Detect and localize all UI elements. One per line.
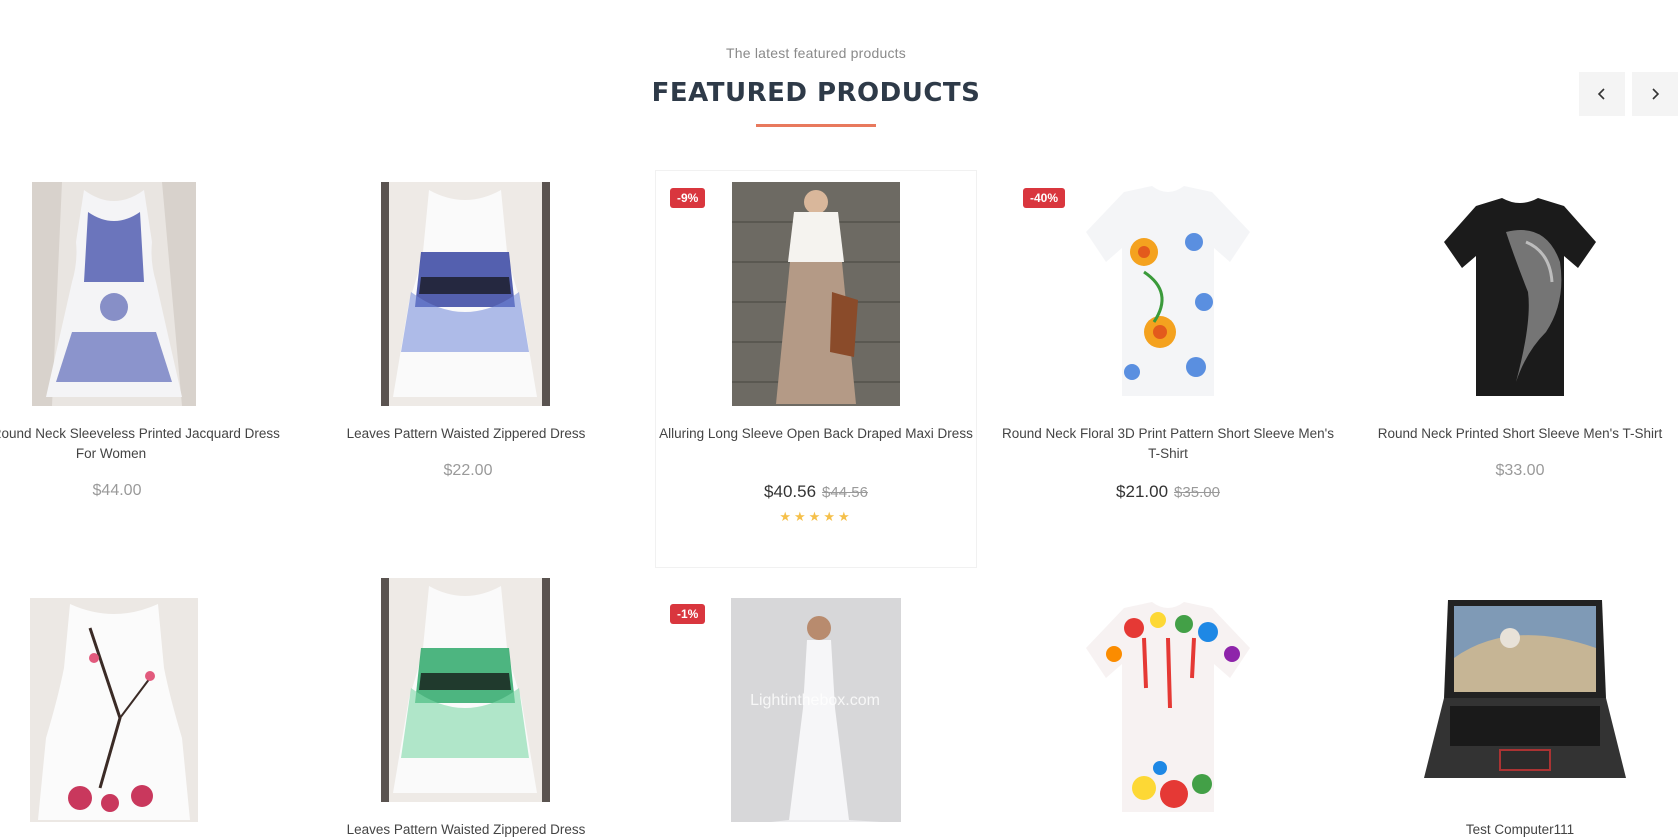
rating-stars: ★★★★★ bbox=[779, 509, 853, 524]
product-image bbox=[732, 182, 900, 406]
product-image bbox=[731, 598, 901, 822]
product-price: $22.00 bbox=[443, 462, 493, 479]
product-name[interactable]: Leaves Pattern Waisted Zippered Dress bbox=[296, 820, 636, 839]
product-image bbox=[1420, 598, 1630, 796]
product-name[interactable]: Alluring Long Sleeve Open Back Draped Ma… bbox=[646, 424, 986, 444]
product-price: $21.00 $35.00 bbox=[998, 482, 1338, 502]
product-image-link[interactable] bbox=[1420, 598, 1630, 796]
product-image-link[interactable] bbox=[732, 182, 900, 406]
product-image bbox=[381, 182, 550, 406]
product-image-link[interactable] bbox=[381, 578, 550, 802]
product-image bbox=[32, 182, 196, 406]
product-price: $40.56 $44.56 bbox=[646, 482, 986, 502]
product-image bbox=[381, 578, 550, 802]
chevron-right-icon bbox=[1652, 88, 1660, 100]
title-underline bbox=[756, 124, 876, 127]
product-name[interactable]: Round Neck Printed Short Sleeve Men's T-… bbox=[1350, 424, 1679, 444]
old-price: $44.56 bbox=[822, 484, 868, 501]
product-image bbox=[30, 598, 198, 822]
product-image bbox=[1084, 182, 1252, 406]
product-image-link[interactable] bbox=[30, 598, 198, 822]
chevron-left-icon bbox=[1597, 88, 1605, 100]
discount-badge: -9% bbox=[670, 188, 706, 208]
product-name[interactable]: Test Computer111 bbox=[1350, 820, 1679, 839]
product-name[interactable]: Leaves Pattern Waisted Zippered Dress bbox=[296, 424, 636, 444]
sale-price: $21.00 bbox=[1116, 482, 1169, 501]
section-subtitle: The latest featured products bbox=[726, 45, 906, 61]
carousel-prev-button[interactable] bbox=[1579, 72, 1625, 116]
sale-price: $40.56 bbox=[764, 482, 817, 501]
image-watermark: Lightinthebox.com bbox=[750, 692, 880, 709]
product-price: $44.00 bbox=[92, 482, 142, 499]
product-image-link[interactable] bbox=[32, 182, 196, 406]
discount-badge: -1% bbox=[670, 604, 706, 624]
product-image-link[interactable] bbox=[381, 182, 550, 406]
product-name[interactable]: Elegant Round Neck Sleeveless Printed Ja… bbox=[0, 424, 281, 464]
product-price: $33.00 bbox=[1495, 462, 1545, 479]
product-image-link[interactable] bbox=[731, 598, 901, 822]
old-price: $35.00 bbox=[1174, 484, 1220, 501]
product-image-link[interactable] bbox=[1436, 182, 1604, 406]
carousel-next-button[interactable] bbox=[1632, 72, 1678, 116]
product-image bbox=[1436, 182, 1604, 406]
product-image bbox=[1084, 598, 1252, 822]
product-image-link[interactable] bbox=[1084, 598, 1252, 822]
discount-badge: -40% bbox=[1023, 188, 1066, 208]
product-name[interactable]: Round Neck Floral 3D Print Pattern Short… bbox=[998, 424, 1338, 464]
section-title: FEATURED PRODUCTS bbox=[651, 78, 981, 108]
product-image-link[interactable] bbox=[1084, 182, 1252, 406]
